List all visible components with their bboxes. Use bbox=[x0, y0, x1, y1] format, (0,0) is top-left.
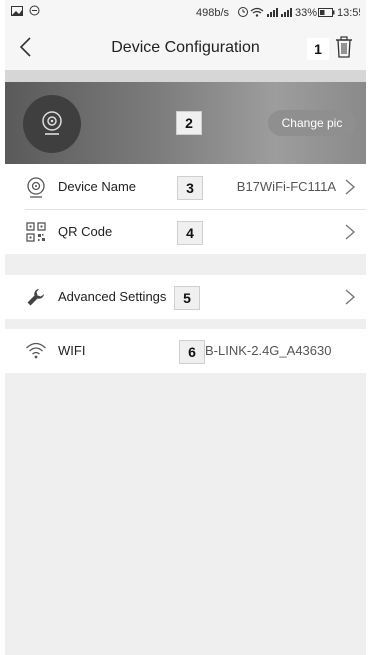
signal-icon-1 bbox=[267, 8, 278, 17]
signal-icon-2 bbox=[281, 8, 292, 17]
wifi-icon bbox=[26, 342, 46, 359]
camera-avatar-icon bbox=[42, 111, 62, 135]
chevron-right-icon bbox=[345, 289, 356, 305]
status-right: 498b/s 33% 13:5 bbox=[194, 5, 365, 22]
screen: 498b/s 33% 13:5 Device Configuration 1 2… bbox=[5, 0, 366, 655]
chevron-right-icon bbox=[345, 224, 356, 240]
battery-icon bbox=[318, 8, 335, 17]
annotation-marker-6: 6 bbox=[179, 340, 205, 364]
network-speed: 498b/s bbox=[196, 7, 230, 19]
qr-code-row[interactable]: QR Code 4 bbox=[5, 210, 366, 254]
device-avatar[interactable] bbox=[23, 95, 81, 153]
battery-percent: 33% bbox=[295, 7, 317, 19]
qr-code-label: QR Code bbox=[58, 224, 113, 239]
camera-icon bbox=[27, 177, 45, 198]
wifi-status-icon bbox=[250, 7, 264, 17]
wifi-group: WIFI 6 B-LINK-2.4G_A43630 bbox=[5, 329, 366, 373]
gallery-notification-icon bbox=[11, 5, 23, 16]
do-not-disturb-icon bbox=[29, 5, 40, 16]
device-banner: 2 Change pic bbox=[5, 82, 366, 164]
annotation-marker-5: 5 bbox=[174, 286, 200, 310]
header-spacer bbox=[5, 70, 366, 82]
annotation-marker-1: 1 bbox=[307, 38, 329, 60]
advanced-settings-label: Advanced Settings bbox=[58, 289, 167, 304]
change-pic-button[interactable]: Change pic bbox=[268, 110, 356, 136]
device-info-group: Device Name 3 B17WiFi-FC111A QR Code 4 bbox=[5, 164, 366, 254]
alarm-icon bbox=[238, 7, 248, 17]
trash-icon bbox=[336, 36, 352, 58]
device-name-row[interactable]: Device Name 3 B17WiFi-FC111A bbox=[5, 165, 366, 209]
device-name-label: Device Name bbox=[58, 179, 137, 194]
advanced-group: Advanced Settings 5 bbox=[5, 275, 366, 319]
annotation-marker-4: 4 bbox=[177, 221, 203, 245]
advanced-settings-row[interactable]: Advanced Settings 5 bbox=[5, 275, 366, 319]
device-name-value: B17WiFi-FC111A bbox=[236, 179, 336, 194]
nav-bar: Device Configuration 1 bbox=[5, 24, 366, 70]
status-bar: 498b/s 33% 13:5 bbox=[5, 0, 366, 24]
wifi-label: WIFI bbox=[58, 343, 86, 358]
wifi-row[interactable]: WIFI 6 B-LINK-2.4G_A43630 bbox=[5, 329, 366, 373]
status-indicators: 498b/s 33% 13:5 bbox=[196, 7, 365, 19]
status-left bbox=[11, 5, 40, 16]
wrench-icon bbox=[27, 289, 44, 306]
wifi-value: B-LINK-2.4G_A43630 bbox=[205, 343, 332, 358]
chevron-right-icon bbox=[345, 179, 356, 195]
annotation-marker-3: 3 bbox=[177, 176, 203, 200]
delete-button[interactable] bbox=[332, 34, 356, 60]
qr-code-icon bbox=[26, 222, 46, 242]
clock: 13:55 bbox=[337, 7, 360, 19]
annotation-marker-2: 2 bbox=[176, 111, 202, 135]
